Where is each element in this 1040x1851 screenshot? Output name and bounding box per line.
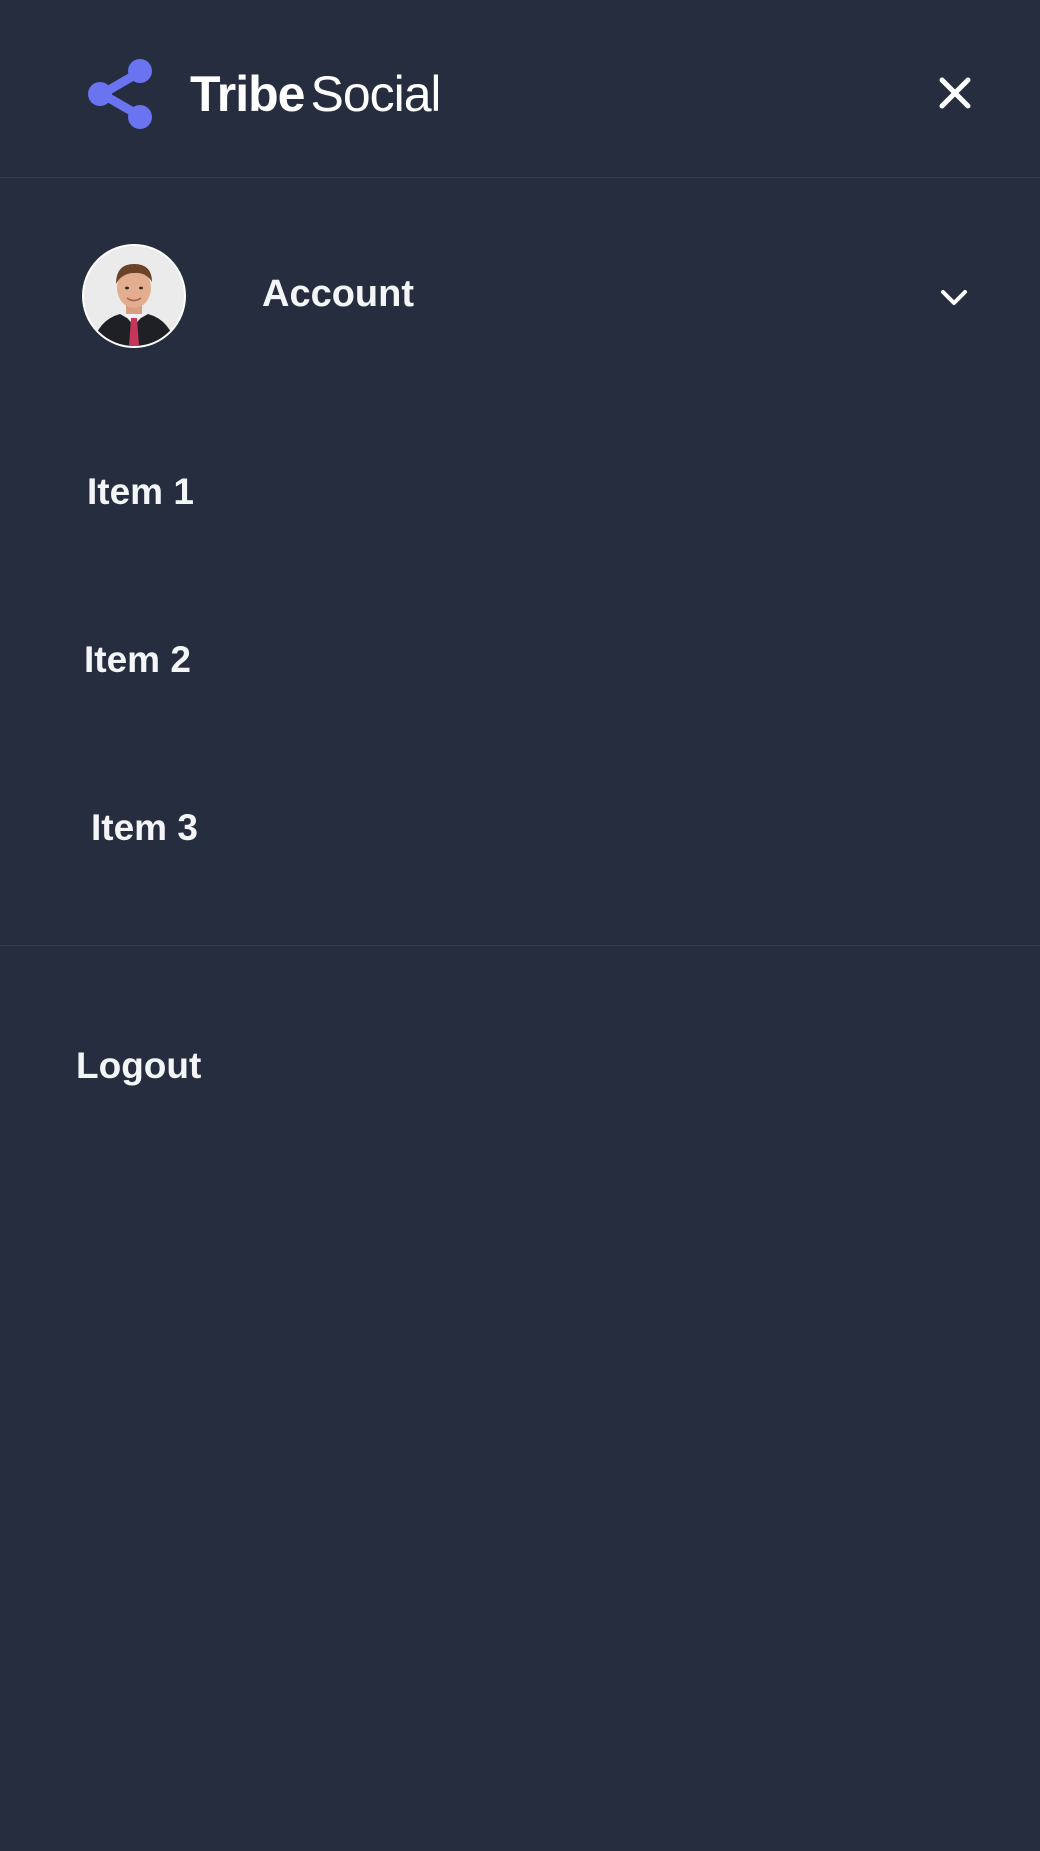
close-icon: [939, 77, 971, 109]
account-menu-toggle[interactable]: Account: [0, 236, 1040, 348]
brand-logo[interactable]: Tribe Social: [84, 56, 438, 132]
account-label: Account: [262, 273, 414, 315]
menu-item-2[interactable]: Item 2: [84, 638, 191, 682]
brand-name: Tribe Social: [190, 69, 438, 119]
avatar-image: [84, 246, 184, 346]
menu-item-1[interactable]: Item 1: [87, 470, 194, 514]
navigation-drawer: Tribe Social Account Item 1 Item 2 Item …: [0, 0, 1040, 1851]
brand-name-light: Social: [310, 69, 439, 119]
drawer-header: Tribe Social: [0, 0, 1040, 178]
close-button[interactable]: [930, 68, 980, 118]
divider: [0, 945, 1040, 946]
avatar[interactable]: [82, 244, 186, 348]
share-icon: [88, 59, 152, 129]
logout-button[interactable]: Logout: [76, 1044, 201, 1088]
menu-item-3[interactable]: Item 3: [91, 806, 198, 850]
chevron-down-icon[interactable]: [936, 280, 972, 316]
brand-name-bold: Tribe: [190, 66, 305, 122]
